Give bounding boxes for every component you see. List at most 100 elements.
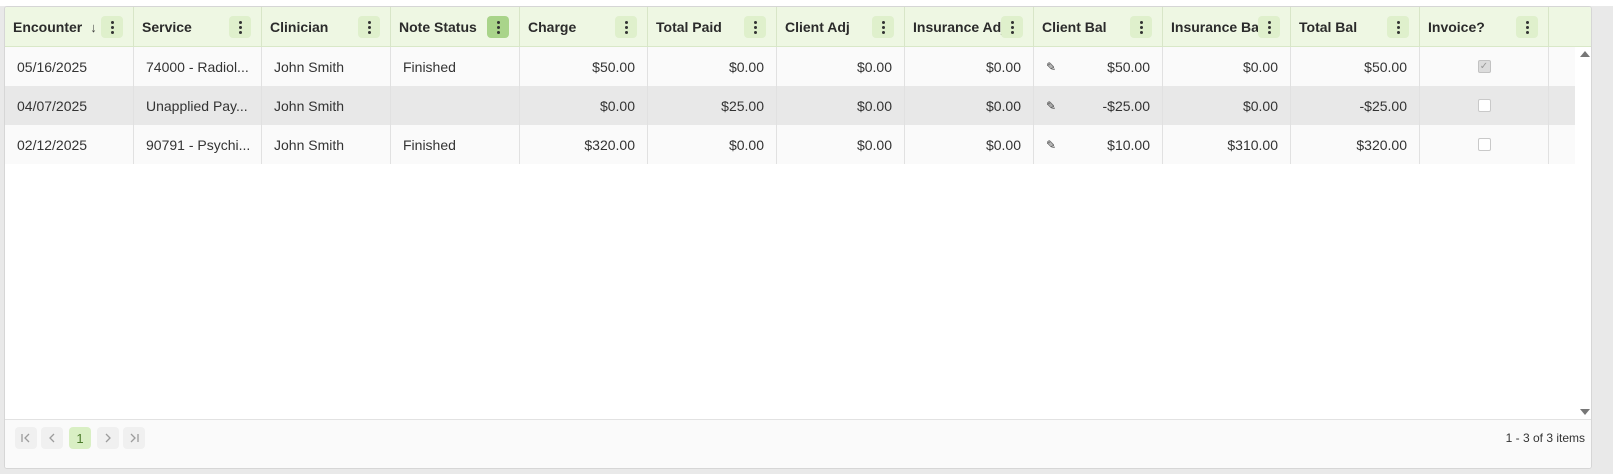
cell-charge: $0.00 [520, 86, 648, 125]
cell-insurance-adj: $0.00 [905, 86, 1034, 125]
header-note-status[interactable]: Note Status [391, 7, 520, 47]
sort-down-icon[interactable]: ↓ [90, 20, 97, 35]
header-service[interactable]: Service [134, 7, 262, 47]
header-encounter[interactable]: Encounter ↓ [5, 7, 134, 47]
column-menu-icon[interactable] [615, 16, 637, 38]
header-label: Insurance Adj [913, 19, 1006, 35]
cell-insurance-adj: $0.00 [905, 125, 1034, 164]
cell-total-paid: $25.00 [648, 86, 777, 125]
header-charge[interactable]: Charge [520, 7, 648, 47]
cell-note-status: Finished [391, 125, 520, 164]
next-page-icon[interactable] [97, 427, 119, 449]
cell-clinician: John Smith [262, 47, 391, 86]
grid-header: Encounter ↓ Service Clinician Note Statu… [5, 7, 1591, 47]
cell-client-adj: $0.00 [777, 47, 905, 86]
cell-total-bal: -$25.00 [1291, 86, 1420, 125]
grid-body: 05/16/2025 74000 - Radiol... John Smith … [5, 47, 1575, 164]
header-label: Service [142, 19, 192, 35]
cell-total-bal: $320.00 [1291, 125, 1420, 164]
cell-client-adj: $0.00 [777, 125, 905, 164]
cell-client-bal: ✎ $10.00 [1034, 125, 1163, 164]
header-insurance-bal[interactable]: Insurance Bal [1163, 7, 1291, 47]
pencil-icon[interactable]: ✎ [1046, 60, 1056, 74]
header-label: Total Bal [1299, 19, 1358, 35]
cell-total-paid: $0.00 [648, 125, 777, 164]
cell-client-bal: ✎ $50.00 [1034, 47, 1163, 86]
header-total-bal[interactable]: Total Bal [1291, 7, 1420, 47]
header-label: Note Status [399, 19, 477, 35]
header-label: Client Bal [1042, 19, 1107, 35]
invoice-checkbox[interactable] [1477, 138, 1491, 151]
cell-encounter: 02/12/2025 [5, 125, 134, 164]
cell-total-paid: $0.00 [648, 47, 777, 86]
cell-insurance-bal: $0.00 [1163, 86, 1291, 125]
column-menu-icon[interactable] [101, 16, 123, 38]
pager: 1 [15, 427, 145, 449]
client-bal-value: $10.00 [1107, 136, 1150, 153]
cell-client-bal: ✎ -$25.00 [1034, 86, 1163, 125]
invoice-checkbox[interactable] [1477, 99, 1491, 112]
cell-note-status: Finished [391, 47, 520, 86]
cell-service: 90791 - Psychi... [134, 125, 262, 164]
grid-footer: 1 1 - 3 of 3 items [5, 419, 1591, 468]
column-menu-icon[interactable] [229, 16, 251, 38]
pagination-info: 1 - 3 of 3 items [1505, 431, 1585, 445]
previous-page-icon[interactable] [41, 427, 63, 449]
table-row[interactable]: 05/16/2025 74000 - Radiol... John Smith … [5, 47, 1575, 86]
header-client-bal[interactable]: Client Bal [1034, 7, 1163, 47]
header-label: Insurance Bal [1171, 19, 1263, 35]
cell-invoice [1420, 86, 1549, 125]
column-menu-icon[interactable] [1387, 16, 1409, 38]
scroll-up-icon[interactable] [1580, 51, 1590, 57]
vertical-scrollbar[interactable] [1575, 47, 1591, 419]
cell-charge: $50.00 [520, 47, 648, 86]
header-label: Charge [528, 19, 577, 35]
invoice-checkbox[interactable]: ✓ [1477, 60, 1491, 73]
cell-clinician: John Smith [262, 125, 391, 164]
column-menu-icon[interactable] [1258, 16, 1280, 38]
column-menu-icon[interactable] [1001, 16, 1023, 38]
header-total-paid[interactable]: Total Paid [648, 7, 777, 47]
header-label: Client Adj [785, 19, 850, 35]
cell-insurance-bal: $0.00 [1163, 47, 1291, 86]
pencil-icon[interactable]: ✎ [1046, 138, 1056, 152]
header-clinician[interactable]: Clinician [262, 7, 391, 47]
pencil-icon[interactable]: ✎ [1046, 99, 1056, 113]
cell-charge: $320.00 [520, 125, 648, 164]
scroll-down-icon[interactable] [1580, 409, 1590, 415]
cell-client-adj: $0.00 [777, 86, 905, 125]
column-menu-icon[interactable] [872, 16, 894, 38]
cell-service: Unapplied Pay... [134, 86, 262, 125]
table-row[interactable]: 04/07/2025 Unapplied Pay... John Smith $… [5, 86, 1575, 125]
cell-invoice [1420, 125, 1549, 164]
header-invoice[interactable]: Invoice? [1420, 7, 1549, 47]
cell-clinician: John Smith [262, 86, 391, 125]
first-page-icon[interactable] [15, 427, 37, 449]
header-label: Encounter [13, 19, 83, 35]
last-page-icon[interactable] [123, 427, 145, 449]
cell-insurance-adj: $0.00 [905, 47, 1034, 86]
client-bal-value: $50.00 [1107, 58, 1150, 75]
table-row[interactable]: 02/12/2025 90791 - Psychi... John Smith … [5, 125, 1575, 164]
cell-total-bal: $50.00 [1291, 47, 1420, 86]
ledger-grid: Encounter ↓ Service Clinician Note Statu… [4, 6, 1592, 469]
header-client-adj[interactable]: Client Adj [777, 7, 905, 47]
column-menu-icon[interactable] [1130, 16, 1152, 38]
header-label: Total Paid [656, 19, 722, 35]
header-insurance-adj[interactable]: Insurance Adj [905, 7, 1034, 47]
column-menu-icon[interactable] [358, 16, 380, 38]
cell-encounter: 05/16/2025 [5, 47, 134, 86]
column-menu-icon[interactable] [744, 16, 766, 38]
column-menu-icon[interactable] [1516, 16, 1538, 38]
column-menu-icon[interactable] [487, 16, 509, 38]
cell-note-status [391, 86, 520, 125]
cell-encounter: 04/07/2025 [5, 86, 134, 125]
cell-invoice: ✓ [1420, 47, 1549, 86]
cell-insurance-bal: $310.00 [1163, 125, 1291, 164]
header-label: Invoice? [1428, 19, 1485, 35]
page-number-button[interactable]: 1 [69, 427, 91, 449]
app-background: Encounter ↓ Service Clinician Note Statu… [0, 0, 1613, 474]
client-bal-value: -$25.00 [1102, 97, 1150, 114]
header-label: Clinician [270, 19, 329, 35]
cell-service: 74000 - Radiol... [134, 47, 262, 86]
